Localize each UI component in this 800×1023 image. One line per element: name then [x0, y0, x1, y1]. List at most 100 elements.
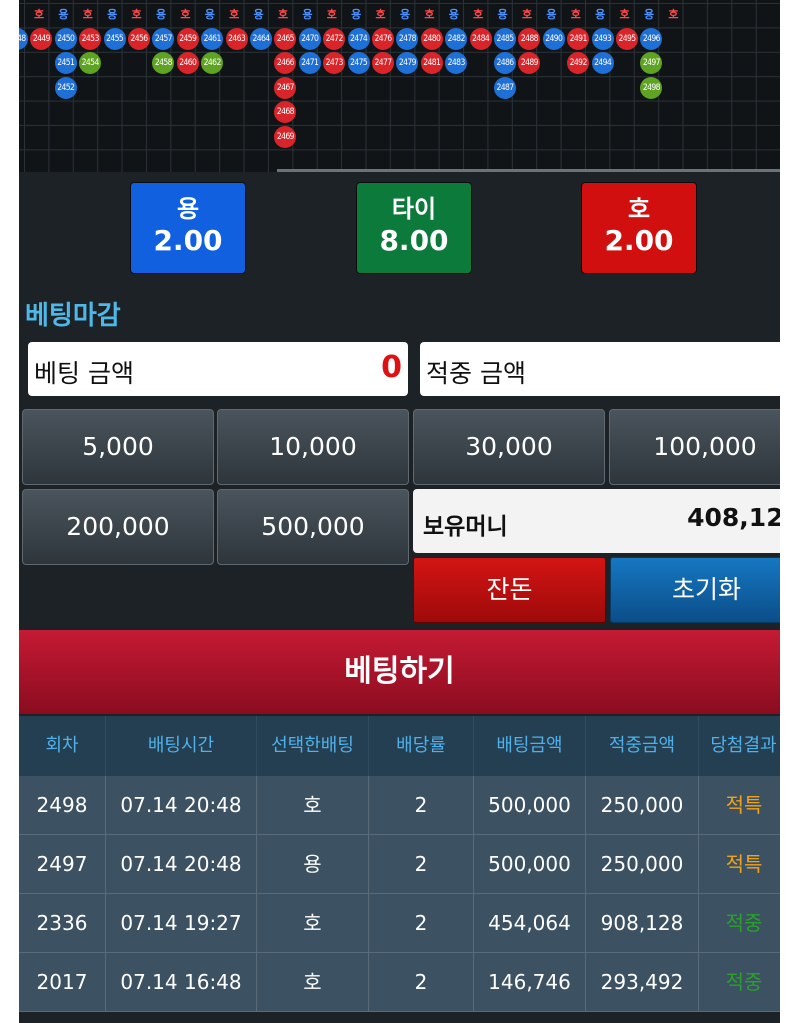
- roadmap-result-dot: 2480: [420, 28, 443, 50]
- roadmap-result-dot: 2477: [372, 52, 394, 75]
- col-bet-header: 배팅금액: [474, 716, 586, 776]
- chip-500000-button[interactable]: 500,000: [217, 489, 409, 565]
- roadmap-result-dot: 2487: [494, 76, 516, 99]
- roadmap-header-label: 용: [595, 8, 606, 21]
- roadmap-header-label: 용: [497, 8, 508, 21]
- reset-button[interactable]: 초기화: [610, 557, 780, 623]
- roadmap-header-label: 용: [302, 8, 313, 21]
- roadmap-result-dot: 2473: [323, 52, 346, 75]
- roadmap-result-dot: 2465: [274, 28, 297, 50]
- roadmap-header-label: 호: [33, 8, 45, 21]
- pick-cell: 호: [257, 776, 369, 834]
- col-result-header: 당첨결과: [699, 716, 780, 776]
- roadmap-result-dot: 2495: [616, 28, 638, 50]
- roadmap-result-dot: 2470: [298, 28, 321, 50]
- bet-cell: 500,000: [474, 835, 586, 893]
- round-cell: 2497: [19, 835, 106, 893]
- roadmap-header-label: 호: [570, 8, 581, 21]
- roadmap-result-dot: 2463: [225, 28, 248, 50]
- roadmap-result-dot: 2491: [567, 28, 590, 50]
- roadmap-result-dot: 2481: [420, 52, 443, 75]
- bet-history-table: 회차 배팅시간 선택한배팅 배당률 배팅금액 적중금액 당첨결과 2498 07.…: [19, 716, 780, 1012]
- roadmap-result-dot: 2450: [54, 28, 77, 50]
- roadmap-result-dot: 2454: [79, 52, 102, 75]
- roadmap-result-dot: 2496: [640, 28, 663, 50]
- roadmap-result-dot: 2484: [469, 28, 492, 50]
- chip-200000-button[interactable]: 200,000: [22, 489, 214, 565]
- roadmap-result-dot: 2469: [274, 125, 297, 148]
- roadmap-result-dot: 2464: [250, 28, 272, 50]
- col-pick-header: 선택한배팅: [257, 716, 369, 776]
- roadmap-header-label: 용: [253, 8, 264, 21]
- chip-10000-button[interactable]: 10,000: [217, 409, 409, 485]
- bet-cell: 500,000: [474, 776, 586, 834]
- roadmap-result-dot: 2498: [640, 76, 663, 99]
- bet-yong-button[interactable]: 용 2.00: [130, 182, 246, 274]
- col-win-header: 적중금액: [586, 716, 699, 776]
- win-cell: 250,000: [586, 835, 699, 893]
- chip-30000-button[interactable]: 30,000: [413, 409, 605, 485]
- roadmap-result-dot: 2488: [518, 28, 541, 50]
- roadmap-header-label: 호: [277, 8, 289, 21]
- balance-box: 보유머니 408,128: [413, 489, 780, 553]
- roadmap-result-dot: 2489: [518, 52, 541, 75]
- roadmap-result-dot: 2456: [128, 28, 150, 50]
- roadmap-result-dot: 2466: [274, 52, 297, 75]
- bet-cell: 146,746: [474, 953, 586, 1011]
- rate-cell: 2: [369, 776, 474, 834]
- yong-label: 용: [176, 195, 200, 223]
- roadmap-result-dot: 2468: [274, 101, 297, 124]
- table-row: 2336 07.14 19:27 호 2 454,064 908,128 적중: [19, 894, 780, 953]
- roadmap-result-dot: 2471: [298, 52, 321, 75]
- rate-cell: 2: [369, 953, 474, 1011]
- pick-cell: 용: [257, 835, 369, 893]
- roadmap-result-dot: 2492: [567, 52, 590, 75]
- chip-5000-button[interactable]: 5,000: [22, 409, 214, 485]
- result-cell: 적특: [725, 852, 763, 876]
- place-bet-button[interactable]: 베팅하기: [19, 630, 780, 714]
- bet-tie-button[interactable]: 타이 8.00: [356, 182, 472, 274]
- bet-ho-button[interactable]: 호 2.00: [581, 182, 697, 274]
- win-amount-label: 적중 금액: [426, 359, 526, 388]
- roadmap-header-label: 호: [619, 8, 630, 21]
- roadmap-result-dot: 2494: [591, 52, 614, 75]
- bet-amount-field: 베팅 금액 0: [28, 342, 408, 396]
- roadmap-header-label: 용: [546, 8, 557, 21]
- roadmap-header-label: 용: [351, 8, 362, 21]
- roadmap-header-label: 용: [155, 8, 167, 21]
- result-cell: 적중: [725, 970, 763, 994]
- bet-amount-value: 0: [381, 350, 402, 385]
- roadmap-result-dot: 2479: [396, 52, 419, 75]
- roadmap-header-label: 호: [82, 8, 93, 21]
- chip-100000-button[interactable]: 100,000: [609, 409, 780, 485]
- yong-odds: 2.00: [153, 224, 223, 257]
- change-button[interactable]: 잔돈: [413, 557, 606, 623]
- table-row: 2017 07.14 16:48 호 2 146,746 293,492 적중: [19, 953, 780, 1012]
- ho-odds: 2.00: [604, 224, 674, 257]
- roadmap-header-label: 호: [424, 8, 435, 21]
- pick-cell: 호: [257, 953, 369, 1011]
- roadmap-header-label: 용: [399, 8, 411, 21]
- roadmap-result-dot: 2478: [396, 28, 419, 50]
- roadmap-header-label: 호: [326, 8, 337, 21]
- table-header-row: 회차 배팅시간 선택한배팅 배당률 배팅금액 적중금액 당첨결과: [19, 716, 780, 776]
- roadmap-header-label: 호: [473, 8, 484, 21]
- round-cell: 2498: [19, 776, 106, 834]
- pick-cell: 호: [257, 894, 369, 952]
- rate-cell: 2: [369, 835, 474, 893]
- roadmap-grid: 호용호용호용호용호용호용호용호용호용호용호용호용호용호 244824492450…: [19, 0, 780, 172]
- round-cell: 2017: [19, 953, 106, 1011]
- win-cell: 250,000: [586, 776, 699, 834]
- roadmap-result-dot: 2472: [323, 28, 346, 50]
- roadmap-header-label: 호: [131, 8, 142, 21]
- bet-amount-label: 베팅 금액: [34, 359, 134, 388]
- tie-odds: 8.00: [379, 224, 449, 257]
- roadmap-result-dot: 2467: [274, 76, 297, 99]
- col-rate-header: 배당률: [369, 716, 474, 776]
- game-panel: 호용호용호용호용호용호용호용호용호용호용호용호용호용호 244824492450…: [19, 0, 780, 1023]
- roadmap-result-dot: 2490: [542, 28, 565, 50]
- roadmap-result-dot: 2475: [347, 52, 370, 75]
- roadmap-header-label: 호: [521, 8, 533, 21]
- roadmap-header-label: 용: [448, 8, 459, 21]
- roadmap-result-dot: 2483: [445, 52, 468, 75]
